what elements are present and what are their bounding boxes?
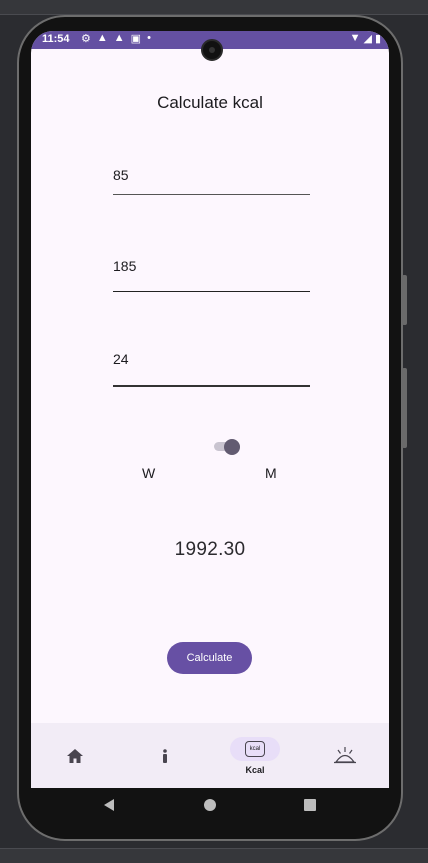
age-underline: [113, 385, 310, 387]
emulator-bottom-bar: [0, 848, 428, 863]
age-input[interactable]: [113, 351, 310, 367]
gender-switch[interactable]: [214, 439, 240, 455]
result-value: 1992.30: [174, 539, 246, 560]
weight-input[interactable]: [113, 167, 310, 183]
wifi-icon: ▼: [349, 32, 361, 44]
dot-icon: •: [147, 32, 151, 44]
weight-underline: [113, 194, 310, 195]
height-field[interactable]: [113, 258, 310, 292]
home-icon: [67, 748, 83, 763]
page-title: Calculate kcal: [157, 93, 263, 112]
age-field[interactable]: [113, 351, 310, 387]
battery-icon: ▮: [374, 33, 381, 45]
status-icons-left: ⚙ ▲ ▲ ▣ •: [81, 32, 151, 45]
nav-item-home[interactable]: [53, 723, 97, 788]
person-icon: [163, 748, 167, 763]
switch-thumb[interactable]: [224, 439, 240, 455]
bottom-nav: kcal Kcal: [31, 723, 389, 788]
home-circle-icon[interactable]: [204, 799, 216, 811]
nav-item-kcal[interactable]: kcal Kcal: [229, 723, 281, 788]
label-w: W: [142, 465, 156, 481]
warning-icon: ▲: [113, 32, 125, 44]
signal-icon: ◢: [363, 33, 372, 45]
app-screen: 11:54 ⚙ ▲ ▲ ▣ • ▼ ◢ ▮ Calculate kcal W M…: [31, 31, 389, 788]
status-time: 11:54: [42, 33, 70, 45]
sim-icon: ▣: [130, 33, 142, 45]
gear-icon: ⚙: [81, 33, 91, 45]
back-icon[interactable]: [104, 799, 114, 811]
status-icons-right: ▼ ◢ ▮: [350, 32, 381, 45]
nav-active-indicator: kcal: [230, 736, 280, 761]
front-camera: [201, 39, 223, 61]
warning-icon: ▲: [96, 32, 108, 44]
weight-field[interactable]: [113, 167, 310, 195]
height-input[interactable]: [113, 258, 310, 274]
power-button: [402, 275, 407, 325]
nav-item-sunrise[interactable]: [323, 723, 367, 788]
kcal-icon: kcal: [245, 740, 265, 757]
system-nav-bar: [31, 788, 389, 824]
volume-button: [402, 368, 407, 448]
kcal-icon-text: kcal: [249, 745, 261, 752]
nav-label-kcal: Kcal: [245, 764, 265, 775]
sunrise-icon: [334, 746, 356, 763]
label-m: M: [265, 465, 277, 481]
nav-item-person[interactable]: [143, 723, 187, 788]
height-underline: [113, 291, 310, 292]
emulator-top-bar: [0, 0, 428, 15]
recents-icon[interactable]: [304, 799, 316, 811]
calculate-button[interactable]: Calculate: [167, 642, 252, 674]
